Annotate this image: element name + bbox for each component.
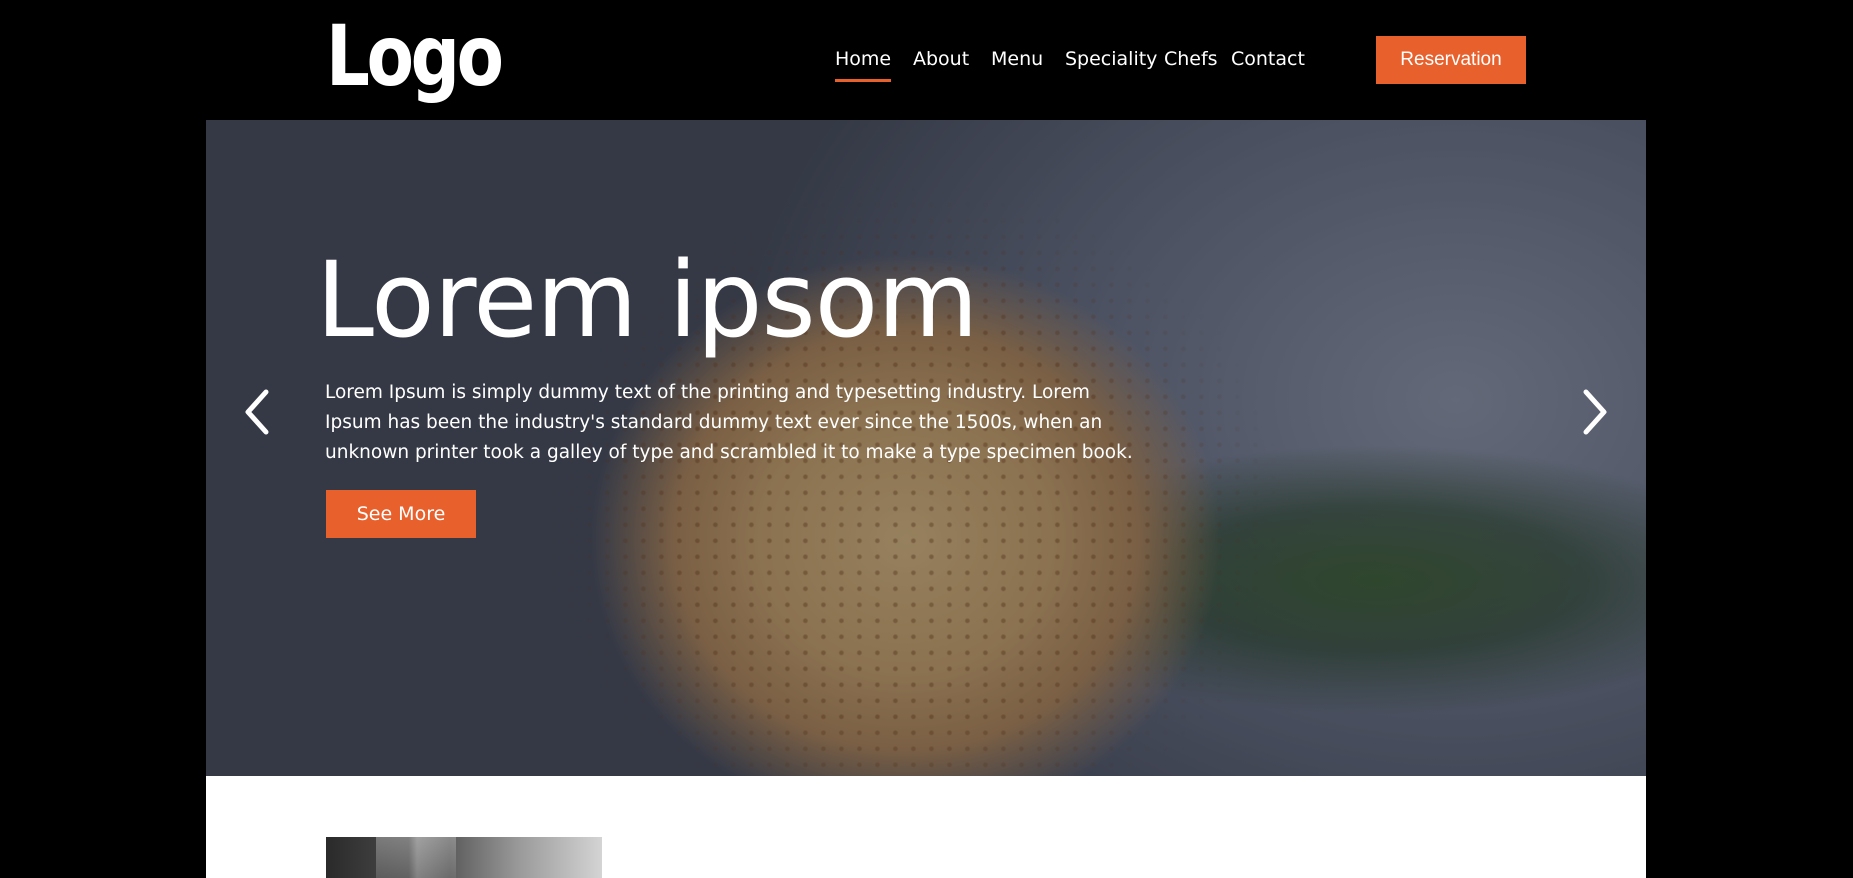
- nav-item-speciality[interactable]: Speciality: [1065, 44, 1157, 74]
- see-more-button[interactable]: See More: [326, 490, 476, 538]
- nav-item-menu[interactable]: Menu: [991, 44, 1043, 74]
- chef-photo: [326, 837, 602, 878]
- chevron-right-icon[interactable]: [1574, 382, 1614, 442]
- chevron-left-icon[interactable]: [238, 382, 278, 442]
- nav-item-home[interactable]: Home: [835, 44, 892, 82]
- reservation-button[interactable]: Reservation: [1376, 36, 1526, 84]
- about-section: [206, 776, 1646, 878]
- hero-title: Lorem ipsom: [316, 239, 979, 361]
- nav-item-chefs[interactable]: Chefs: [1164, 44, 1218, 74]
- hero-slider: Lorem ipsom Lorem Ipsum is simply dummy …: [206, 120, 1646, 776]
- nav-item-about[interactable]: About: [913, 44, 969, 74]
- site-header: Logo Home About Menu Speciality Chefs Co…: [0, 0, 1853, 120]
- logo[interactable]: Logo: [326, 6, 504, 106]
- hero-description: Lorem Ipsum is simply dummy text of the …: [325, 382, 1133, 463]
- nav-item-contact[interactable]: Contact: [1231, 44, 1305, 74]
